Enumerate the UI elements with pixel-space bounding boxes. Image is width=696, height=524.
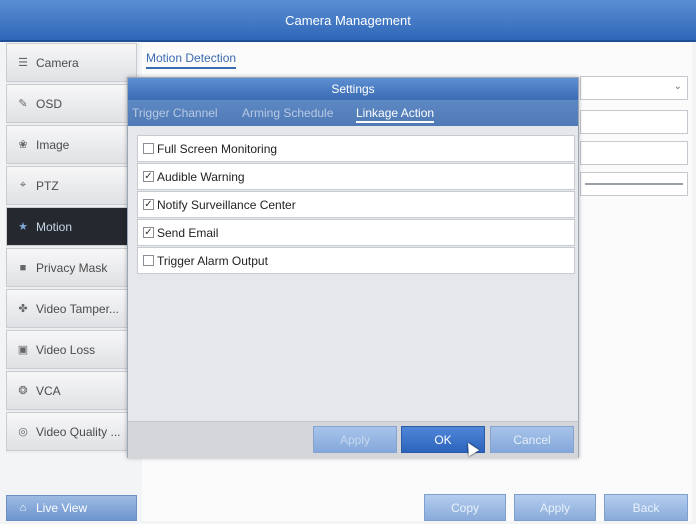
vca-icon: ❂ bbox=[18, 385, 28, 397]
video-loss-icon: ▣ bbox=[17, 344, 29, 356]
sidebar-item-label: Motion bbox=[36, 219, 73, 234]
dialog-tab-bar: Trigger Channel Arming Schedule Linkage … bbox=[128, 100, 578, 126]
list-item-notify-surveillance-center[interactable]: ✓ Notify Surveillance Center bbox=[137, 191, 575, 218]
motion-icon: ★ bbox=[18, 221, 28, 233]
list-item-trigger-alarm-output[interactable]: Trigger Alarm Output bbox=[137, 247, 575, 274]
sidebar-item-image[interactable]: ❀ Image bbox=[6, 125, 137, 164]
checkbox[interactable] bbox=[143, 255, 154, 266]
home-icon: ⌂ bbox=[19, 502, 27, 514]
sidebar-item-label: Image bbox=[36, 137, 70, 152]
sidebar: ☰ Camera ✎ OSD ❀ Image ⌖ PTZ ★ Motion ■ … bbox=[6, 43, 139, 453]
sidebar-item-camera[interactable]: ☰ Camera bbox=[6, 43, 137, 82]
sidebar-item-ptz[interactable]: ⌖ PTZ bbox=[6, 166, 137, 205]
sidebar-item-label: Privacy Mask bbox=[36, 260, 108, 275]
option-label: Send Email bbox=[157, 225, 219, 240]
image-icon: ❀ bbox=[18, 139, 28, 151]
settings-dialog: Settings Trigger Channel Arming Schedule… bbox=[127, 77, 579, 458]
list-item-audible-warning[interactable]: ✓ Audible Warning bbox=[137, 163, 575, 190]
checkbox[interactable] bbox=[143, 143, 154, 154]
osd-icon: ✎ bbox=[18, 98, 28, 110]
option-label: Audible Warning bbox=[157, 169, 245, 184]
option-label: Full Screen Monitoring bbox=[157, 141, 278, 156]
list-item-send-email[interactable]: ✓ Send Email bbox=[137, 219, 575, 246]
sidebar-item-osd[interactable]: ✎ OSD bbox=[6, 84, 137, 123]
privacy-mask-icon: ■ bbox=[19, 261, 27, 274]
sidebar-item-label: Video Quality ... bbox=[36, 424, 121, 439]
copy-button[interactable]: Copy bbox=[424, 494, 506, 521]
video-quality-icon: ◎ bbox=[18, 426, 28, 438]
checkbox[interactable]: ✓ bbox=[143, 171, 154, 182]
live-view-label: Live View bbox=[36, 501, 88, 515]
sidebar-item-video-loss[interactable]: ▣ Video Loss bbox=[6, 330, 137, 369]
checkbox[interactable]: ✓ bbox=[143, 227, 154, 238]
live-view-button[interactable]: ⌂ Live View bbox=[6, 495, 137, 521]
dialog-apply-button[interactable]: Apply bbox=[313, 426, 397, 453]
settings-field[interactable] bbox=[580, 141, 688, 165]
sidebar-item-label: OSD bbox=[36, 96, 63, 111]
slider-track bbox=[585, 183, 683, 185]
apply-button[interactable]: Apply bbox=[514, 494, 596, 521]
window-title-bar: Camera Management bbox=[0, 0, 696, 42]
tab-arming-schedule[interactable]: Arming Schedule bbox=[242, 106, 333, 120]
chevron-down-icon: ⌄ bbox=[673, 81, 682, 92]
back-button[interactable]: Back bbox=[604, 494, 688, 521]
dialog-footer: Apply OK Cancel bbox=[128, 421, 578, 458]
window-title: Camera Management bbox=[285, 12, 411, 28]
option-label: Notify Surveillance Center bbox=[157, 197, 296, 212]
settings-field[interactable] bbox=[580, 110, 688, 134]
tab-linkage-action[interactable]: Linkage Action bbox=[356, 106, 435, 123]
sidebar-item-label: Camera bbox=[36, 55, 79, 70]
sidebar-item-vca[interactable]: ❂ VCA bbox=[6, 371, 137, 410]
dialog-title: Settings bbox=[331, 82, 375, 96]
sidebar-item-video-quality[interactable]: ◎ Video Quality ... bbox=[6, 412, 137, 451]
checkbox[interactable]: ✓ bbox=[143, 199, 154, 210]
sidebar-item-label: PTZ bbox=[36, 178, 59, 193]
dialog-cancel-button[interactable]: Cancel bbox=[490, 426, 574, 453]
tab-trigger-channel[interactable]: Trigger Channel bbox=[132, 106, 218, 120]
sidebar-item-label: VCA bbox=[36, 383, 61, 398]
camera-icon: ☰ bbox=[18, 57, 28, 69]
list-item-full-screen-monitoring[interactable]: Full Screen Monitoring bbox=[137, 135, 575, 162]
sidebar-item-label: Video Loss bbox=[36, 342, 96, 357]
dialog-title-bar: Settings bbox=[128, 78, 578, 100]
video-tamper-icon: ✤ bbox=[18, 303, 28, 315]
ptz-icon: ⌖ bbox=[19, 179, 27, 191]
camera-select[interactable]: ⌄ bbox=[580, 76, 688, 100]
sensitivity-slider[interactable] bbox=[580, 172, 688, 196]
option-label: Trigger Alarm Output bbox=[157, 253, 268, 268]
sidebar-item-motion[interactable]: ★ Motion bbox=[6, 207, 137, 246]
tab-motion-detection[interactable]: Motion Detection bbox=[146, 51, 237, 69]
sidebar-item-label: Video Tamper... bbox=[36, 301, 119, 316]
sidebar-item-video-tamper[interactable]: ✤ Video Tamper... bbox=[6, 289, 137, 328]
sidebar-item-privacy-mask[interactable]: ■ Privacy Mask bbox=[6, 248, 137, 287]
